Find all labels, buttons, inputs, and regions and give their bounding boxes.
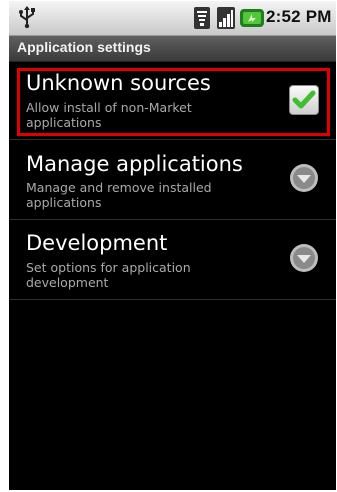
wifi-signal-icon [194, 7, 210, 29]
setting-title: Manage applications [26, 152, 243, 176]
chevron-down-icon[interactable] [289, 163, 319, 193]
unknown-sources-checkbox[interactable] [289, 85, 319, 115]
status-bar: 2:52 PM [9, 1, 336, 36]
setting-subtitle: Manage and remove installed applications [26, 180, 212, 210]
page-title: Application settings [17, 39, 151, 55]
setting-development[interactable]: Development Set options for application … [9, 220, 336, 298]
cell-signal-icon [217, 7, 235, 29]
status-clock: 2:52 PM [266, 7, 332, 26]
checkmark-icon [292, 90, 316, 109]
phone-screen: 2:52 PM Application settings Unknown sou… [9, 1, 336, 490]
battery-icon [240, 9, 264, 27]
divider [9, 299, 336, 300]
highlight-box [17, 68, 330, 136]
usb-icon [19, 6, 35, 29]
setting-manage-applications[interactable]: Manage applications Manage and remove in… [9, 140, 336, 218]
title-bar: Application settings [9, 36, 336, 62]
chevron-down-icon[interactable] [289, 243, 319, 273]
setting-title: Development [26, 231, 168, 255]
setting-subtitle: Set options for application development [26, 260, 191, 290]
